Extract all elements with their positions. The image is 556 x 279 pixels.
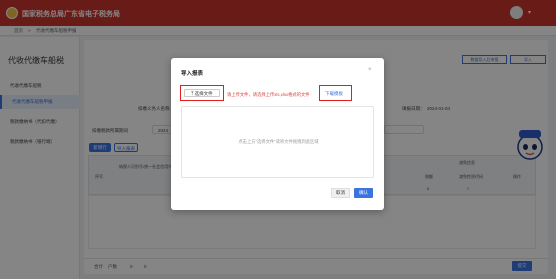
- choose-file-label: 选择文件: [194, 91, 213, 96]
- confirm-button[interactable]: 确认: [354, 188, 373, 198]
- dialog-title: 导入报表: [181, 71, 204, 77]
- import-report-dialog: 导入报表 × ⤒ 选择文件 请上传文件，请选择上传xls,xlsx格式的文件 下…: [171, 58, 384, 210]
- choose-file-highlight: ⤒ 选择文件: [180, 85, 224, 101]
- download-template-link[interactable]: 下载模板: [325, 91, 343, 97]
- close-icon[interactable]: ×: [368, 67, 372, 73]
- cancel-button[interactable]: 取消: [331, 188, 350, 198]
- file-drop-zone[interactable]: 点击上方“选择文件”或将文件拖拽到此区域: [181, 106, 374, 178]
- download-template-highlight: 下载模板: [319, 85, 352, 101]
- drop-zone-hint: 点击上方“选择文件”或将文件拖拽到此区域: [238, 139, 319, 144]
- choose-file-button[interactable]: ⤒ 选择文件: [184, 89, 220, 97]
- upload-hint: 请上传文件，请选择上传xls,xlsx格式的文件: [227, 92, 310, 97]
